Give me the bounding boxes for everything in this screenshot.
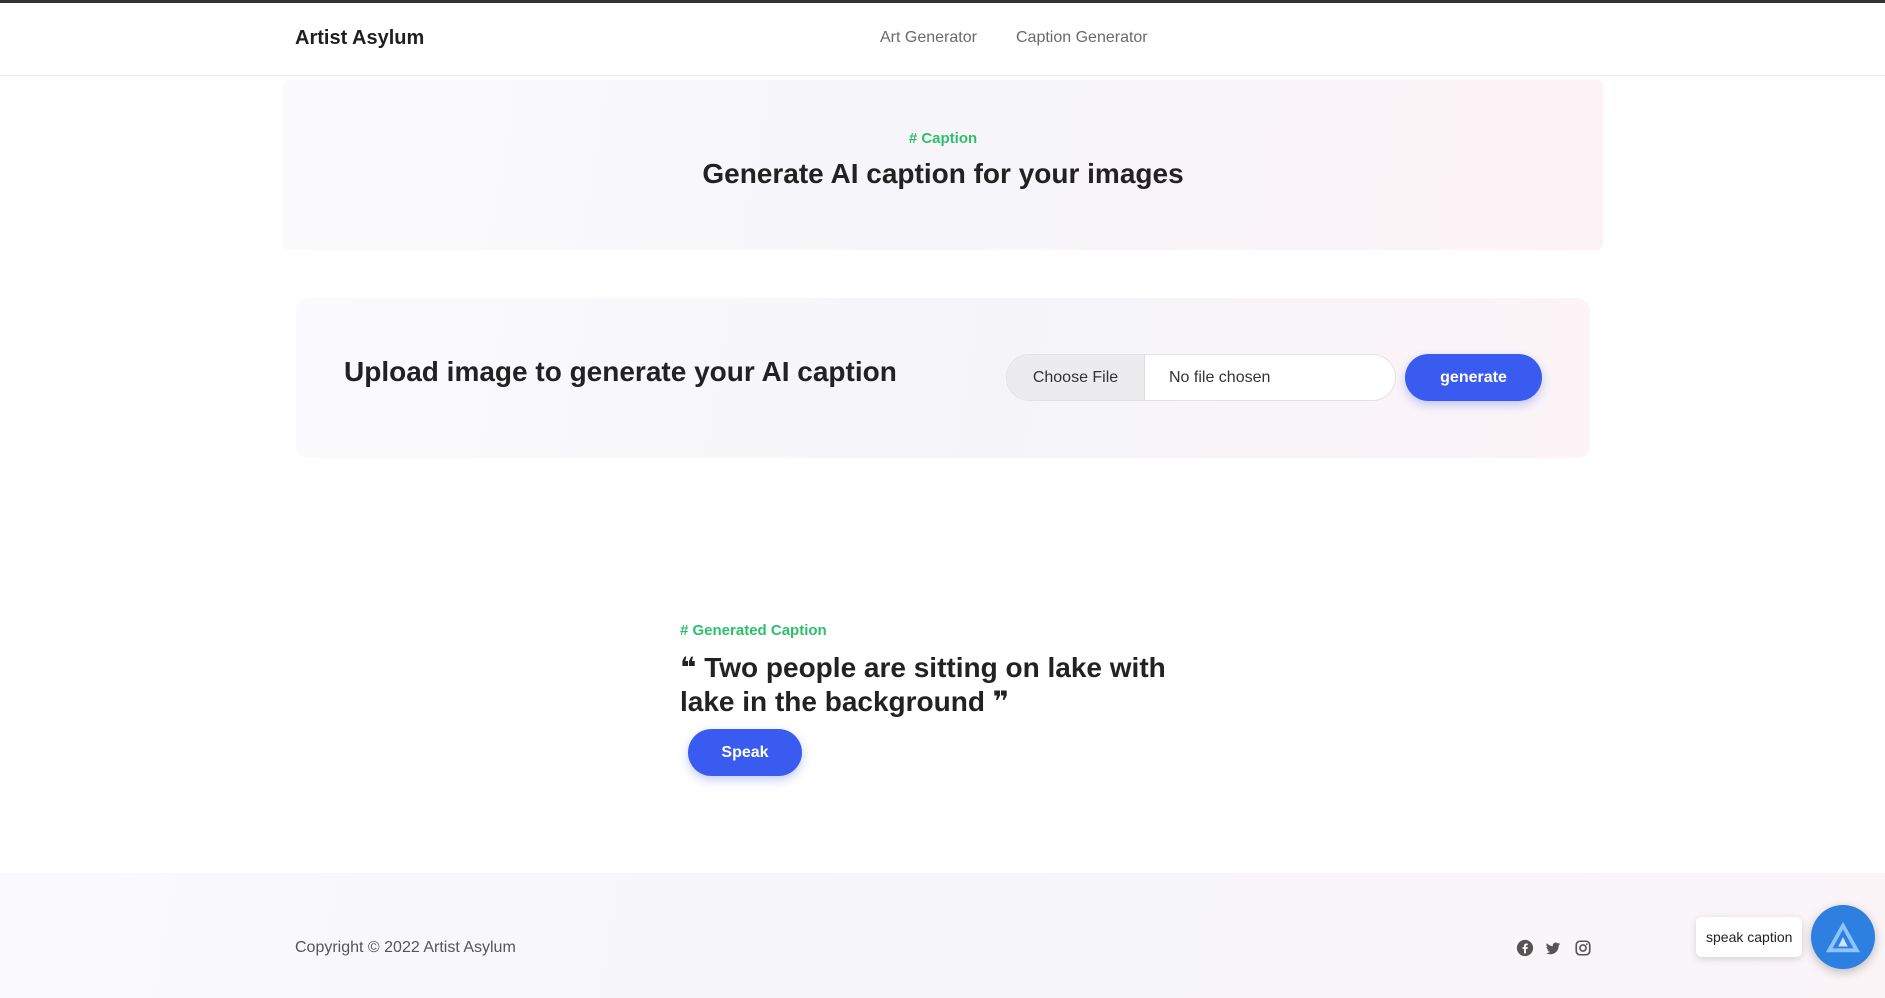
page-title: Generate AI caption for your images [702, 158, 1184, 189]
hero-section: # Caption Generate AI caption for your i… [283, 80, 1603, 250]
speak-button[interactable]: Speak [688, 729, 802, 776]
hero-tag: # Caption [908, 130, 978, 147]
assistant-logo-icon [1825, 921, 1861, 953]
nav-link-caption-generator[interactable]: Caption Generator [1016, 29, 1148, 47]
footer: Copyright © 2022 Artist Asylum [0, 873, 1885, 998]
generated-caption-tag: # Generated Caption [680, 622, 827, 639]
file-status-text: No file chosen [1169, 369, 1271, 386]
upload-title: Upload image to generate your AI caption [344, 356, 897, 387]
instagram-icon[interactable] [1574, 939, 1594, 959]
navbar: Artist Asylum Art Generator Caption Gene… [0, 3, 1885, 76]
copyright-text: Copyright © 2022 Artist Asylum [295, 939, 516, 956]
file-input[interactable]: Choose File No file chosen [1006, 354, 1396, 401]
facebook-icon[interactable] [1516, 939, 1536, 959]
twitter-icon[interactable] [1544, 939, 1564, 959]
generate-button[interactable]: generate [1405, 354, 1542, 401]
upload-card: Upload image to generate your AI caption… [296, 298, 1590, 458]
brand-logo[interactable]: Artist Asylum [295, 27, 424, 50]
choose-file-button[interactable]: Choose File [1007, 355, 1145, 400]
assistant-fab-button[interactable] [1811, 905, 1875, 969]
speak-caption-tooltip: speak caption [1696, 917, 1803, 957]
generated-caption-text: ❝ Two people are sitting on lake with la… [680, 652, 1166, 717]
nav-link-art-generator[interactable]: Art Generator [880, 29, 977, 47]
